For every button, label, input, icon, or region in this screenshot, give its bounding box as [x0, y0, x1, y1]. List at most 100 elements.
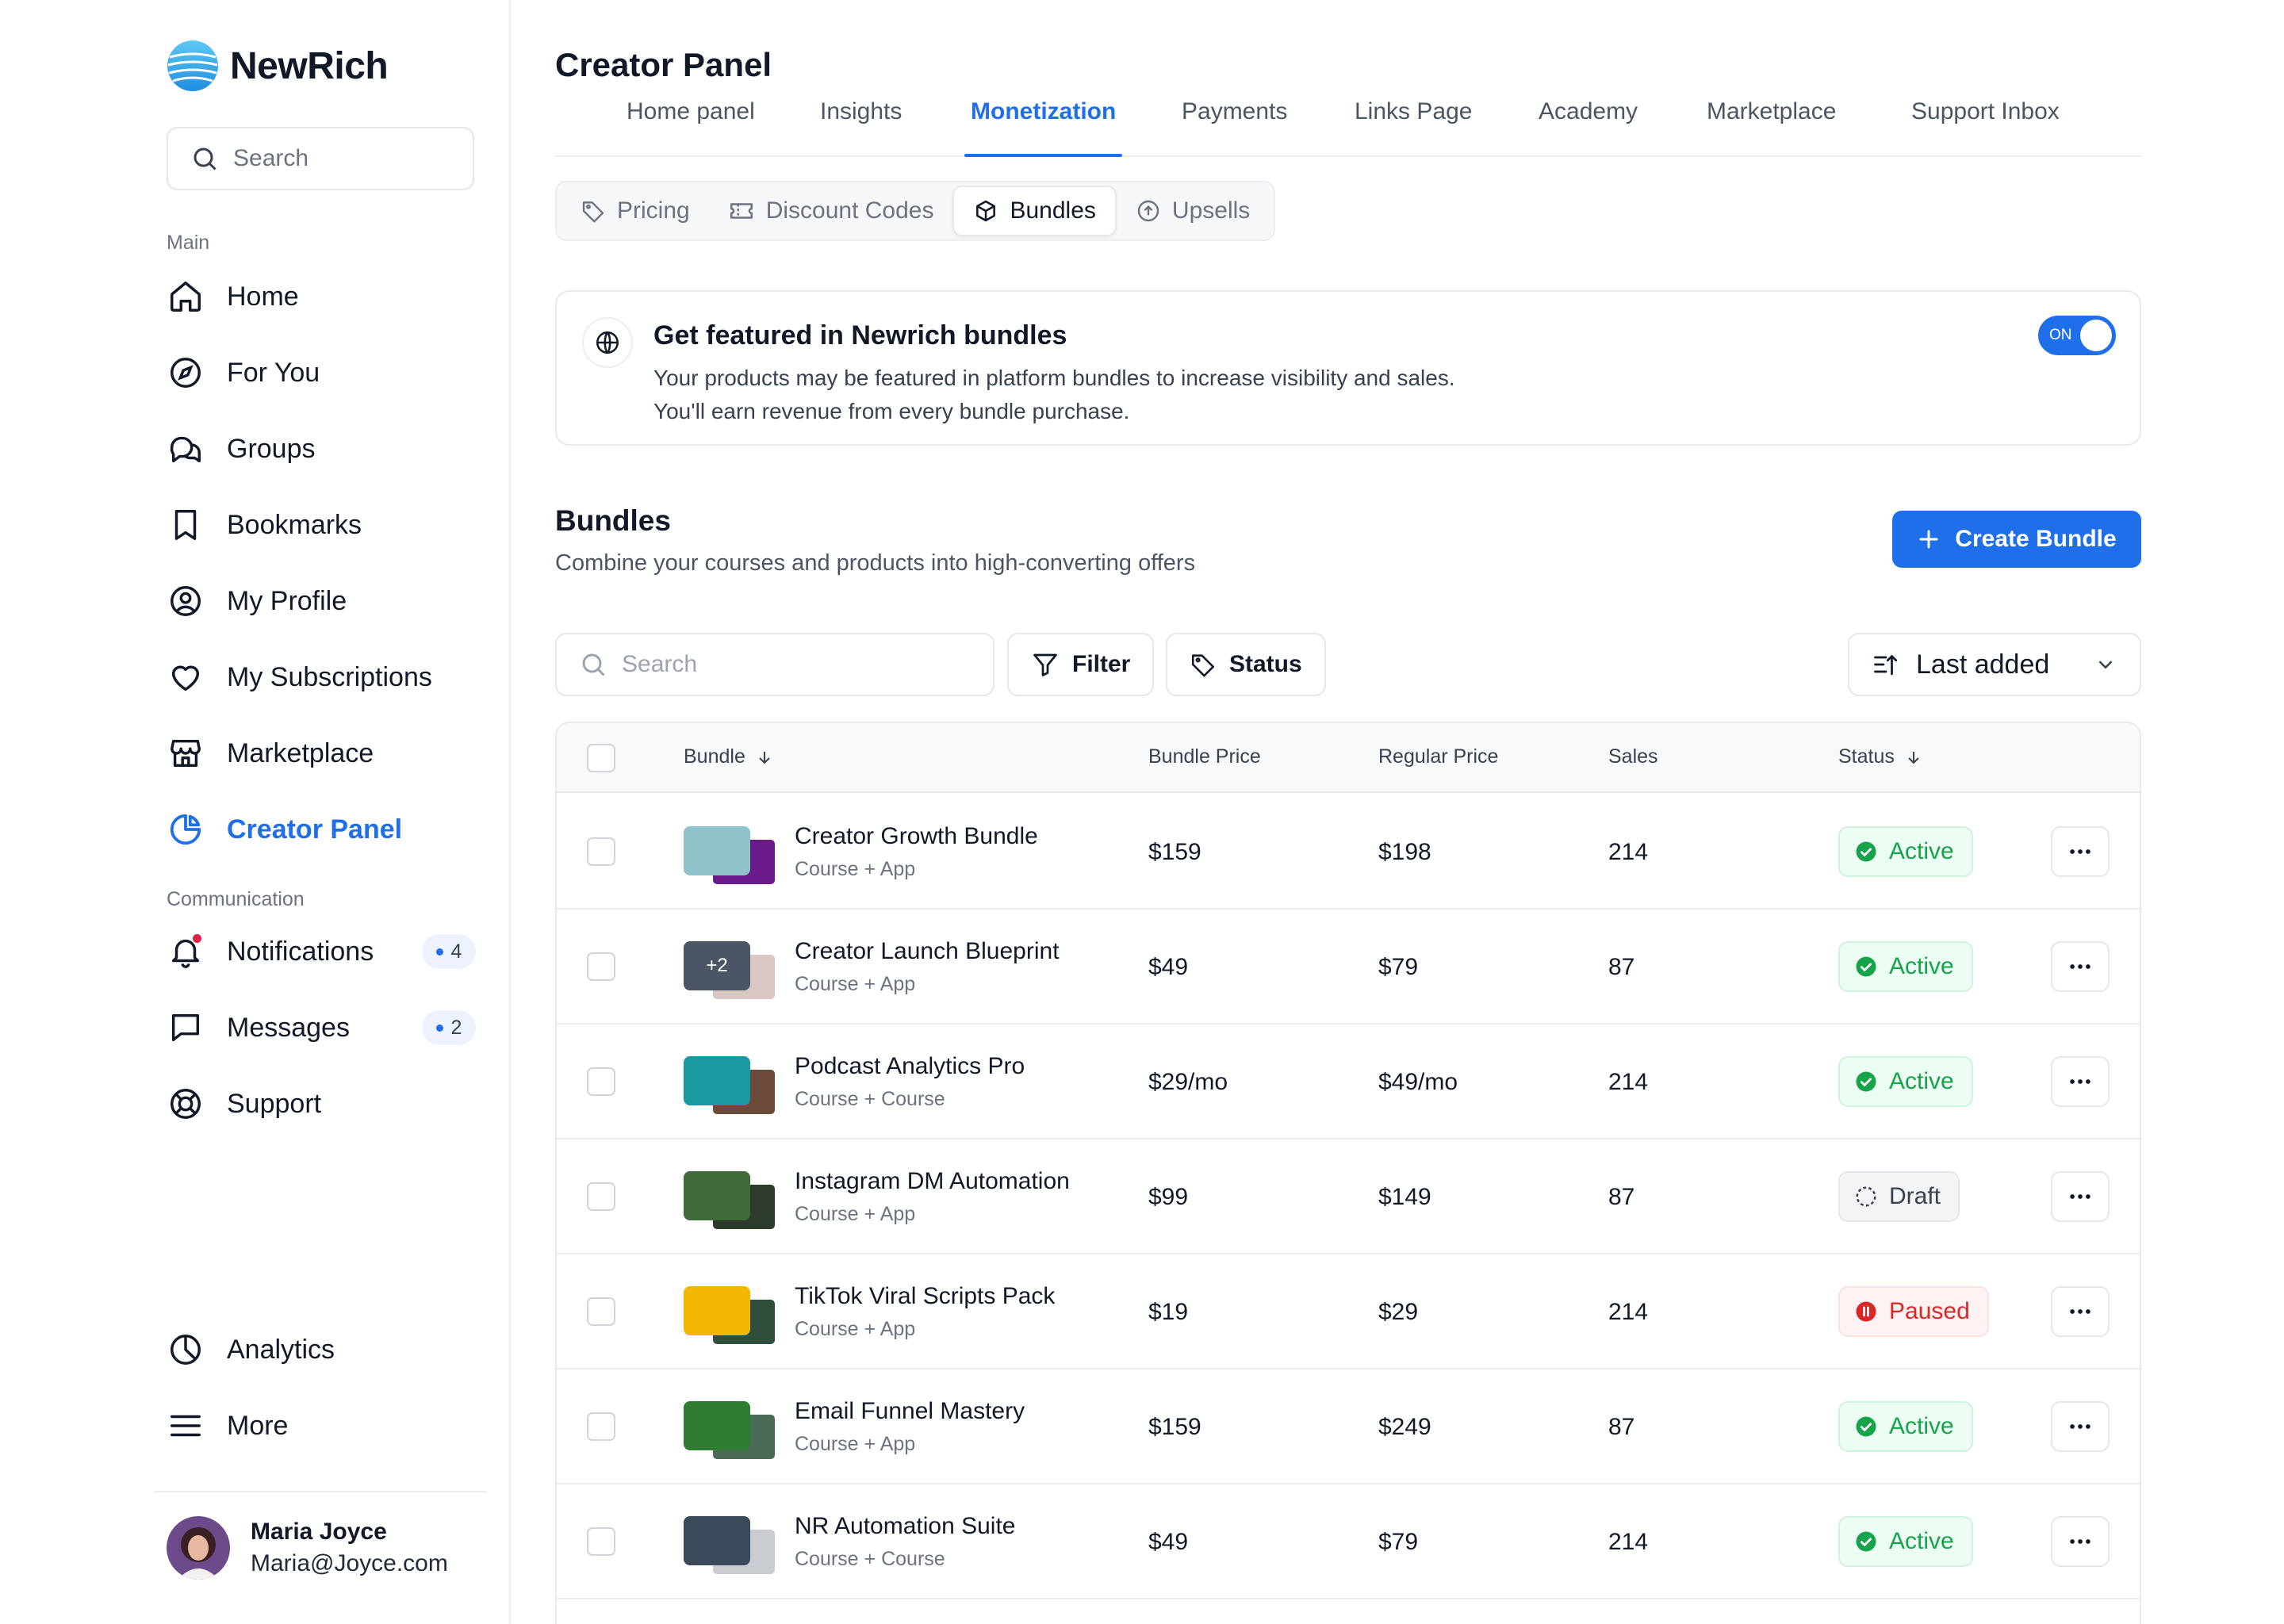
status-badge: Active — [1838, 826, 1973, 877]
subtab-label: Upsells — [1171, 197, 1251, 224]
column-bundle[interactable]: Bundle — [684, 745, 774, 768]
regular-price: $249 — [1378, 1414, 1431, 1440]
subtab-bundles[interactable]: Bundles — [952, 186, 1117, 236]
monetization-subtabs: Pricing Discount Codes Bundles Upsells — [555, 181, 1276, 241]
row-checkbox[interactable] — [587, 1412, 615, 1441]
column-sales: Sales — [1608, 745, 1658, 768]
sidebar-item-creator-panel[interactable]: Creator Panel — [167, 804, 476, 855]
main-tabs: Home panel Insights Monetization Payment… — [555, 94, 2141, 157]
tab-academy[interactable]: Academy — [1539, 98, 1638, 155]
tab-support-inbox[interactable]: Support Inbox — [1911, 98, 2060, 155]
row-checkbox[interactable] — [587, 1527, 615, 1556]
row-actions-button[interactable] — [2051, 1401, 2110, 1452]
sort-select[interactable]: Last added — [1848, 633, 2141, 696]
status-badge: Draft — [1838, 1171, 1960, 1222]
sales-count: 214 — [1608, 1069, 1649, 1095]
table-row[interactable]: Podcast Analytics Pro Course + Course $29/… — [557, 1025, 2140, 1139]
row-actions-button[interactable] — [2051, 1171, 2110, 1222]
row-actions-button[interactable] — [2051, 1286, 2110, 1337]
sidebar-item-my-profile[interactable]: My Profile — [167, 576, 476, 626]
bundle-name[interactable]: Creator Growth Bundle — [795, 823, 1038, 850]
sidebar-item-support[interactable]: Support — [167, 1078, 476, 1129]
filter-button[interactable]: Filter — [1007, 633, 1155, 696]
page-title: Creator Panel — [555, 46, 772, 83]
tab-home-panel[interactable]: Home panel — [627, 98, 755, 155]
bell-icon — [167, 933, 205, 971]
status-label: Active — [1889, 1068, 1954, 1094]
sidebar-search-input[interactable]: Search — [167, 127, 474, 190]
status-badge: Active — [1838, 1056, 1973, 1107]
tab-links-page[interactable]: Links Page — [1355, 98, 1472, 155]
bundle-thumbnail — [684, 1056, 750, 1105]
toggle-label: ON — [2049, 327, 2072, 343]
bundle-search-input[interactable]: Search — [555, 633, 994, 696]
status-filter-button[interactable]: Status — [1166, 633, 1326, 696]
bundle-name[interactable]: TikTok Viral Scripts Pack — [795, 1283, 1055, 1310]
column-status[interactable]: Status — [1838, 745, 1923, 768]
user-email: Maria@Joyce.com — [251, 1550, 448, 1576]
sidebar-item-messages[interactable]: Messages 2 — [167, 1002, 476, 1053]
row-checkbox[interactable] — [587, 837, 615, 866]
regular-price: $79 — [1378, 954, 1419, 980]
row-actions-button[interactable] — [2051, 941, 2110, 992]
message-icon — [167, 1009, 205, 1047]
select-all-checkbox[interactable] — [587, 744, 615, 772]
column-label: Bundle — [684, 745, 745, 768]
sidebar-item-label: Groups — [227, 433, 316, 464]
bundle-name[interactable]: Email Funnel Mastery — [795, 1398, 1025, 1425]
tab-marketplace[interactable]: Marketplace — [1707, 98, 1836, 155]
sidebar-item-groups[interactable]: Groups — [167, 423, 476, 474]
notification-dot — [193, 934, 201, 943]
tab-monetization[interactable]: Monetization — [964, 98, 1123, 157]
create-bundle-label: Create Bundle — [1955, 526, 2117, 552]
status-badge: Active — [1838, 1401, 1973, 1452]
tag-icon — [582, 201, 604, 223]
table-row[interactable]: +2 Creator Launch Blueprint Course + App $4… — [557, 910, 2140, 1025]
table-row[interactable]: Creator Growth Bundle Course + App $159 $19… — [557, 795, 2140, 910]
table-row[interactable]: TikTok Viral Scripts Pack Course + App $19… — [557, 1254, 2140, 1369]
sidebar-item-my-subscriptions[interactable]: My Subscriptions — [167, 652, 476, 703]
sidebar-item-for-you[interactable]: For You — [167, 347, 476, 398]
status-badge: Active — [1838, 1516, 1973, 1567]
featured-toggle[interactable]: ON — [2038, 316, 2116, 355]
row-actions-button[interactable] — [2051, 826, 2110, 877]
bundle-thumbnail — [684, 1171, 750, 1220]
subtab-upsells[interactable]: Upsells — [1117, 186, 1269, 236]
row-actions-button[interactable] — [2051, 1516, 2110, 1567]
sidebar-item-analytics[interactable]: Analytics — [167, 1324, 476, 1375]
chevron-down-icon — [2098, 661, 2113, 669]
analytics-icon — [167, 1331, 205, 1369]
check-circle-icon — [1856, 1416, 1876, 1437]
row-checkbox[interactable] — [587, 1067, 615, 1096]
sidebar-item-more[interactable]: More — [167, 1400, 476, 1451]
row-checkbox[interactable] — [587, 952, 615, 981]
bundle-name[interactable]: Podcast Analytics Pro — [795, 1053, 1025, 1080]
create-bundle-button[interactable]: Create Bundle — [1892, 511, 2141, 568]
subtab-pricing[interactable]: Pricing — [561, 186, 709, 236]
check-circle-icon — [1856, 1531, 1876, 1552]
user-name: Maria Joyce — [251, 1519, 387, 1545]
row-actions-button[interactable] — [2051, 1056, 2110, 1107]
row-checkbox[interactable] — [587, 1182, 615, 1211]
sidebar-item-bookmarks[interactable]: Bookmarks — [167, 500, 476, 550]
table-row[interactable]: Email Funnel Mastery Course + App $159 $249… — [557, 1369, 2140, 1484]
table-row[interactable]: Instagram DM Automation Course + App $99 $1… — [557, 1139, 2140, 1254]
bundle-price: $159 — [1148, 1414, 1201, 1440]
chat-bubbles-icon — [167, 430, 205, 468]
table-row[interactable]: NR Automation Suite Course + Course $49 $79… — [557, 1484, 2140, 1599]
section-label-communication: Communication — [167, 888, 305, 910]
bundle-name[interactable]: Instagram DM Automation — [795, 1168, 1070, 1195]
user-profile[interactable]: Maria Joyce Maria@Joyce.com — [167, 1516, 448, 1580]
subtab-discount-codes[interactable]: Discount Codes — [709, 186, 953, 236]
logo[interactable]: NewRich — [167, 40, 389, 92]
sidebar-item-notifications[interactable]: Notifications 4 — [167, 926, 476, 977]
more-horizontal-icon — [2070, 964, 2090, 969]
subtab-label: Bundles — [1010, 197, 1096, 224]
tab-payments[interactable]: Payments — [1182, 98, 1287, 155]
bundle-name[interactable]: Creator Launch Blueprint — [795, 938, 1060, 965]
tab-insights[interactable]: Insights — [820, 98, 902, 155]
sidebar-item-marketplace[interactable]: Marketplace — [167, 728, 476, 779]
row-checkbox[interactable] — [587, 1297, 615, 1326]
sidebar-item-home[interactable]: Home — [167, 271, 476, 322]
bundle-name[interactable]: NR Automation Suite — [795, 1513, 1015, 1540]
